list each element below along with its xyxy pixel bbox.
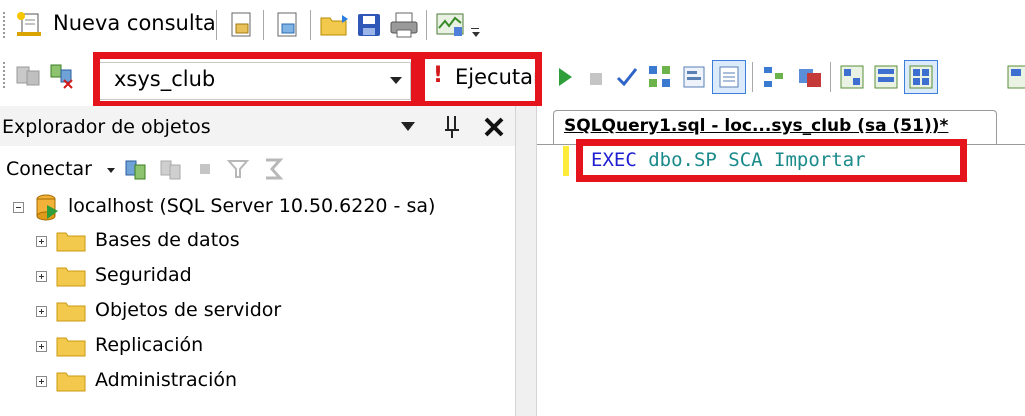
folder-icon: [56, 232, 86, 252]
expand-icon[interactable]: [36, 376, 47, 387]
stop-icon[interactable]: [590, 73, 602, 85]
expand-icon[interactable]: [36, 306, 47, 317]
results-to-text-icon[interactable]: [872, 63, 900, 91]
save-icon[interactable]: [354, 10, 384, 40]
tree-node-folder[interactable]: Seguridad: [0, 261, 515, 293]
estimated-plan-icon[interactable]: [680, 63, 708, 91]
open-folder-icon[interactable]: [318, 10, 350, 40]
close-icon[interactable]: [482, 115, 506, 139]
client-statistics-icon[interactable]: [838, 63, 866, 91]
results-to-grid-button[interactable]: [712, 60, 746, 94]
file-icon[interactable]: [226, 10, 256, 40]
connect-button[interactable]: Conectar: [6, 158, 92, 180]
toolbar-separator: [752, 62, 753, 92]
expand-icon[interactable]: [36, 236, 47, 247]
new-query-icon: [17, 12, 41, 36]
object-explorer-header: Explorador de objetos: [0, 106, 515, 146]
tree-node-folder[interactable]: Objetos de servidor: [0, 296, 515, 328]
grid-icon: [909, 65, 933, 89]
new-query-button[interactable]: Nueva consulta: [13, 6, 216, 44]
refresh-icon[interactable]: [260, 156, 284, 182]
change-marker: [563, 146, 569, 176]
results-icon: [719, 66, 739, 88]
query-options-icon[interactable]: [760, 63, 788, 91]
tab-query-label: SQLQuery1.sql - loc...sys_club (sa (51))…: [564, 116, 949, 136]
toolbar-separator: [830, 62, 831, 92]
folder-icon: [56, 267, 86, 287]
chevron-down-icon[interactable]: [107, 168, 115, 173]
folder-label: Replicación: [95, 334, 204, 356]
disconnect-icon[interactable]: [158, 156, 184, 182]
debug-play-icon[interactable]: [554, 64, 576, 90]
tree-node-folder[interactable]: Administración: [0, 366, 515, 398]
tree-node-server[interactable]: localhost (SQL Server 10.50.6220 - sa): [0, 192, 515, 224]
include-plan-icon[interactable]: [796, 63, 824, 91]
server-icon: [36, 194, 58, 221]
change-connection-icon[interactable]: [48, 62, 76, 90]
object-explorer-toolbar: Conectar: [0, 146, 515, 192]
toolbar-grip-icon: [3, 12, 7, 38]
toolbar-separator: [263, 10, 264, 40]
panel-splitter[interactable]: [515, 106, 537, 416]
results-to-file-icon[interactable]: [1006, 63, 1025, 91]
folder-label: Seguridad: [95, 264, 192, 286]
pin-icon[interactable]: [442, 113, 462, 139]
parse-icon[interactable]: [646, 63, 674, 91]
highlight-execute-button: [418, 52, 542, 108]
folder-label: Bases de datos: [95, 229, 240, 251]
toolbar-separator: [216, 10, 217, 40]
highlight-database-selector: [93, 52, 418, 108]
folder-icon: [56, 372, 86, 392]
toolbar-separator: [310, 10, 311, 40]
results-to-grid-toggle[interactable]: [904, 60, 938, 94]
tree-node-folder[interactable]: Bases de datos: [0, 226, 515, 258]
object-explorer-title: Explorador de objetos: [2, 116, 211, 138]
folder-icon: [56, 302, 86, 322]
server-node-label: localhost (SQL Server 10.50.6220 - sa): [68, 195, 436, 217]
chevron-down-icon[interactable]: [401, 122, 415, 131]
file-icon[interactable]: [272, 10, 302, 40]
highlight-code-line: [576, 139, 967, 182]
new-query-label: Nueva consulta: [53, 11, 216, 35]
filter-icon[interactable]: [226, 157, 250, 181]
tree-node-folder[interactable]: Replicación: [0, 331, 515, 363]
folder-label: Administración: [95, 369, 238, 391]
folder-label: Objetos de servidor: [95, 299, 282, 321]
collapse-icon[interactable]: [13, 202, 24, 213]
connect-db-icon[interactable]: [123, 156, 149, 182]
expand-icon[interactable]: [36, 271, 47, 282]
overflow-icon[interactable]: [470, 18, 480, 40]
standard-toolbar: Nueva consulta: [0, 0, 1025, 50]
activity-monitor-icon[interactable]: [434, 10, 466, 40]
toolbar-grip-icon: [3, 62, 7, 88]
stop-icon[interactable]: [200, 164, 210, 174]
object-explorer-tree: localhost (SQL Server 10.50.6220 - sa) B…: [0, 192, 515, 416]
check-icon[interactable]: [614, 64, 640, 90]
toolbar-separator: [426, 10, 427, 40]
print-icon[interactable]: [388, 10, 420, 40]
folder-icon: [56, 337, 86, 357]
connect-db-icon[interactable]: [14, 62, 42, 90]
query-editor: SQLQuery1.sql - loc...sys_club (sa (51))…: [537, 106, 1025, 416]
expand-icon[interactable]: [36, 341, 47, 352]
